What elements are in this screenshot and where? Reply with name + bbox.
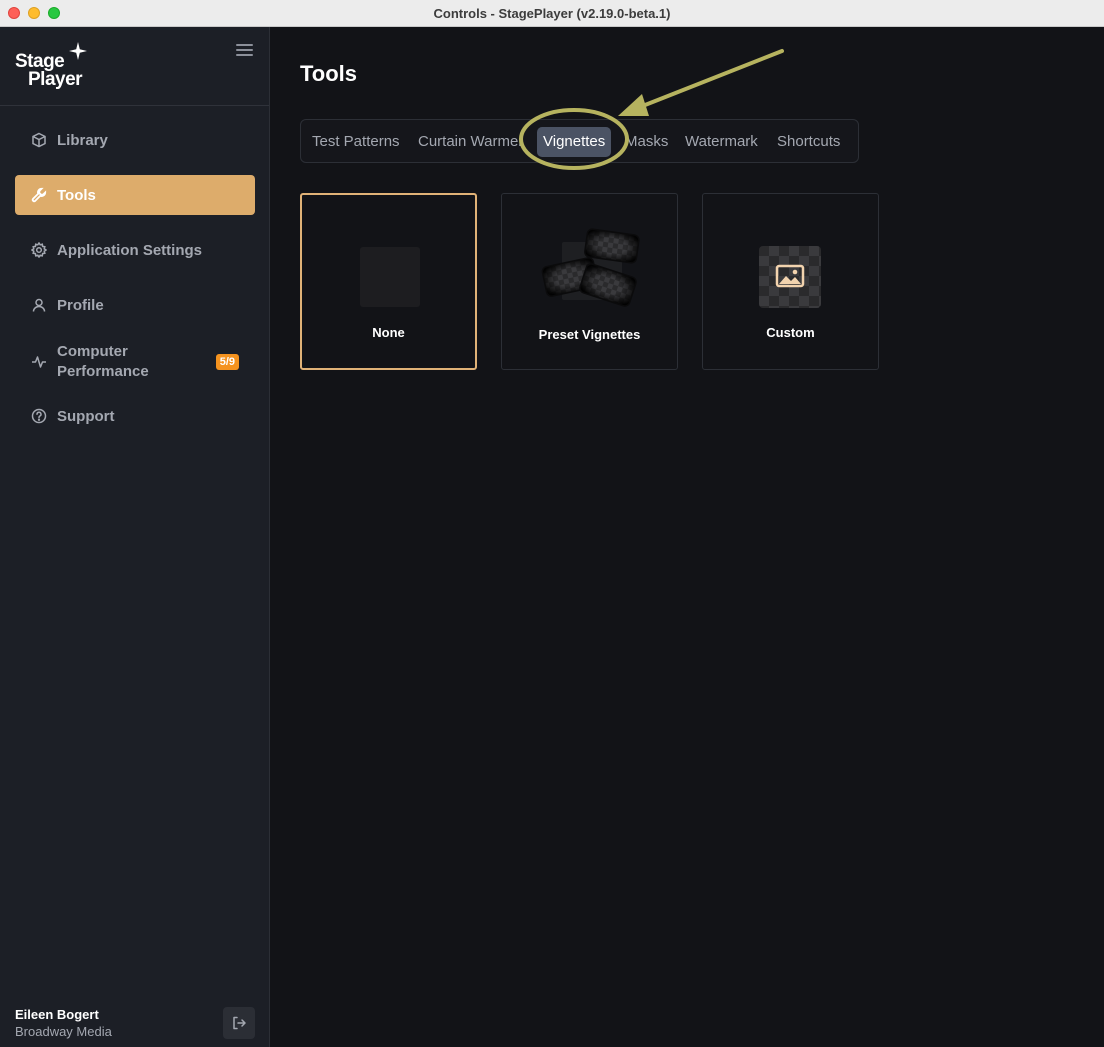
sidebar-item-library[interactable]: Library: [15, 120, 255, 160]
sidebar-item-profile[interactable]: Profile: [15, 285, 255, 325]
app-window: Controls - StagePlayer (v2.19.0-beta.1) …: [0, 0, 1104, 1047]
user-info: Eileen Bogert Broadway Media: [15, 1007, 112, 1040]
tab-masks[interactable]: Masks: [619, 127, 674, 157]
card-label: Preset Vignettes: [538, 327, 641, 342]
logout-icon: [233, 1016, 246, 1030]
cube-icon: [30, 131, 48, 149]
sidebar-item-label: Library: [57, 131, 108, 149]
stageplayer-logo: Stage Player: [15, 42, 105, 92]
page-title: Tools: [300, 61, 358, 86]
tab-test-patterns[interactable]: Test Patterns: [306, 127, 406, 157]
sidebar: Stage Player Library Tools Application S…: [0, 27, 270, 1047]
wrench-icon: [30, 186, 48, 204]
sidebar-item-label: Tools: [57, 186, 96, 204]
sidebar-divider: [0, 105, 269, 106]
sidebar-item-label: Computer Performance: [57, 342, 149, 382]
sidebar-item-application-settings[interactable]: Application Settings: [15, 230, 255, 270]
sidebar-item-computer-performance[interactable]: Computer Performance 5/9: [15, 340, 255, 384]
help-circle-icon: [30, 407, 48, 425]
main-content: Tools Test Patterns Curtain Warmer Vigne…: [270, 27, 1104, 1047]
sidebar-item-label-line-1: Computer: [57, 343, 128, 360]
tab-shortcuts[interactable]: Shortcuts: [771, 127, 846, 157]
preset-vignettes-icon: [541, 228, 640, 307]
vignette-card-custom[interactable]: Custom: [702, 193, 879, 370]
sidebar-item-label-line-2: Performance: [57, 363, 149, 380]
close-window-button[interactable]: [8, 7, 20, 19]
minimize-window-button[interactable]: [28, 7, 40, 19]
sparkle-icon: [69, 42, 87, 60]
tab-curtain-warmer[interactable]: Curtain Warmer: [412, 127, 529, 157]
sidebar-item-label: Application Settings: [57, 241, 203, 259]
title-bar: Controls - StagePlayer (v2.19.0-beta.1): [0, 0, 1104, 27]
pulse-icon: [30, 353, 48, 371]
vignette-card-none[interactable]: None: [300, 193, 477, 370]
menu-toggle-icon[interactable]: [236, 44, 254, 58]
logout-button[interactable]: [223, 1007, 255, 1039]
performance-badge: 5/9: [215, 354, 239, 370]
custom-image-icon: [759, 246, 821, 308]
vignette-card-preset[interactable]: Preset Vignettes: [501, 193, 678, 370]
tab-watermark[interactable]: Watermark: [679, 127, 764, 157]
tab-vignettes[interactable]: Vignettes: [537, 127, 612, 157]
card-label: None: [372, 325, 405, 340]
sidebar-item-support[interactable]: Support: [15, 396, 255, 436]
sidebar-item-label: Profile: [57, 296, 104, 314]
maximize-window-button[interactable]: [48, 7, 60, 19]
card-label: Custom: [766, 325, 815, 340]
sidebar-item-label: Support: [57, 407, 115, 425]
user-name: Eileen Bogert: [15, 1007, 99, 1022]
window-title: Controls - StagePlayer (v2.19.0-beta.1): [433, 5, 671, 21]
sidebar-item-tools[interactable]: Tools: [15, 175, 255, 215]
user-organization: Broadway Media: [15, 1024, 112, 1039]
tools-tabs: Test Patterns Curtain Warmer Vignettes M…: [300, 119, 859, 163]
logo-line-2: Player: [28, 69, 83, 90]
empty-thumbnail: [360, 247, 420, 307]
user-icon: [30, 296, 48, 314]
gear-icon: [30, 241, 48, 259]
window-controls: [8, 7, 60, 19]
